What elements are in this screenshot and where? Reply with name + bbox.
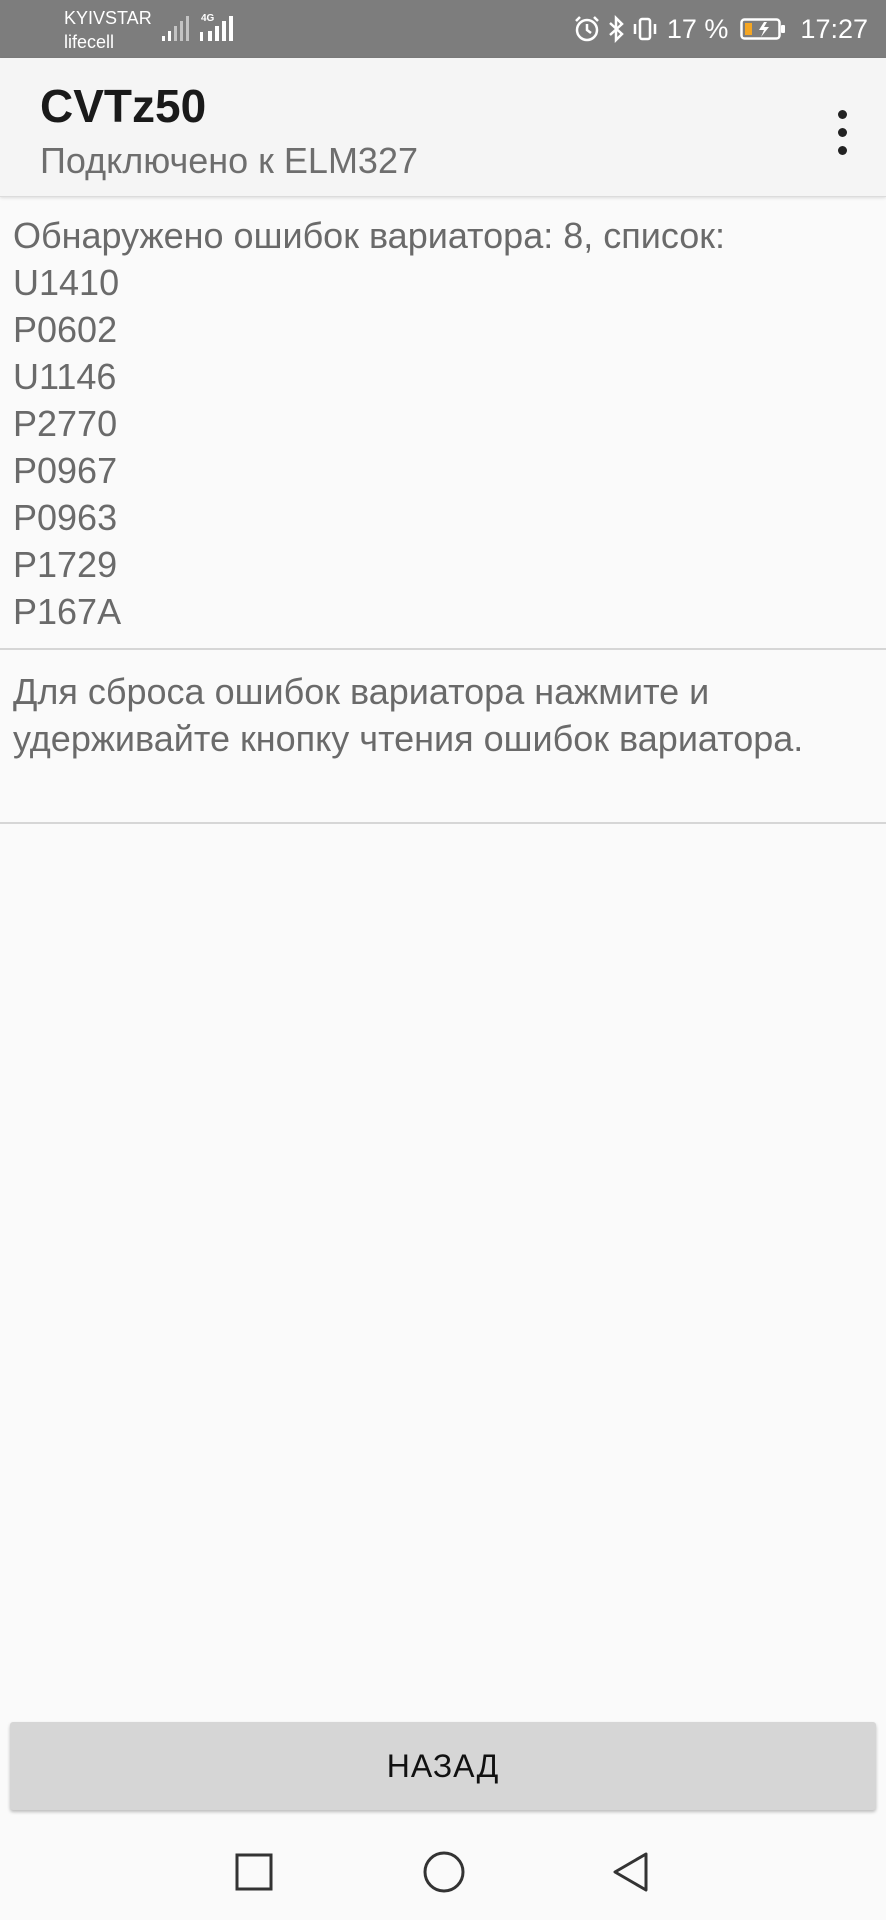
carrier-2: lifecell — [64, 32, 115, 52]
error-code: P0967 — [13, 450, 118, 491]
error-code: P0602 — [13, 309, 118, 350]
signal-4g-icon — [200, 16, 233, 41]
clock: 17:27 — [800, 13, 868, 44]
error-code: U1146 — [13, 356, 117, 397]
error-code: P2770 — [13, 403, 118, 444]
carrier-names: KYIVSTAR lifecell — [64, 6, 152, 54]
error-code: P1729 — [13, 544, 118, 585]
error-code: P0963 — [13, 497, 118, 538]
back-icon[interactable] — [604, 1846, 656, 1898]
divider — [0, 822, 886, 824]
divider — [0, 648, 886, 650]
status-bar: KYIVSTAR lifecell 4G 17 % 17:27 — [0, 0, 886, 58]
carrier-1: KYIVSTAR — [64, 8, 152, 28]
battery-percent: 17 % — [666, 13, 729, 44]
home-icon[interactable] — [418, 1846, 470, 1898]
connection-status: Подключено к ELM327 — [40, 140, 418, 181]
recent-apps-icon[interactable] — [228, 1846, 280, 1898]
alarm-icon — [574, 16, 599, 42]
vibrate-icon — [633, 17, 657, 41]
navigation-bar — [0, 1822, 886, 1920]
error-code: P167A — [13, 591, 122, 632]
errors-list: Обнаружено ошибок вариатора: 8, список: … — [0, 212, 886, 635]
battery-charging-icon — [740, 18, 786, 40]
more-vertical-icon[interactable] — [818, 102, 866, 162]
errors-header: Обнаружено ошибок вариатора: 8, список: — [13, 215, 726, 256]
status-icons: 17 % 17:27 — [573, 0, 868, 58]
back-button[interactable]: НАЗАД — [10, 1722, 876, 1810]
error-code: U1410 — [13, 262, 120, 303]
reset-hint: Для сброса ошибок вариатора нажмите и уд… — [13, 671, 804, 759]
app-title: CVTz50 — [40, 80, 207, 132]
bluetooth-icon — [609, 15, 624, 43]
app-bar: CVTz50 Подключено к ELM327 — [0, 58, 886, 197]
signal-icon — [162, 16, 189, 41]
